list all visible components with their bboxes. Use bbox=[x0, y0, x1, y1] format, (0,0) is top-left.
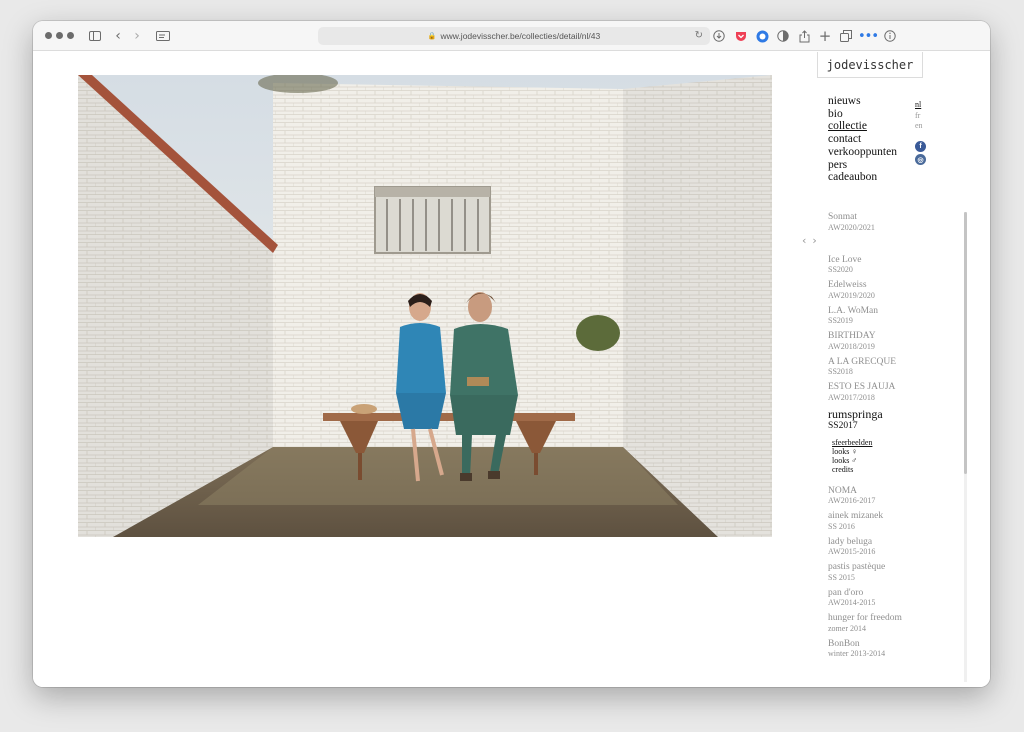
collection-item[interactable]: ESTO ES JAUJA AW2017/2018 bbox=[828, 382, 958, 402]
tabs-icon[interactable] bbox=[838, 28, 854, 44]
nav-item-nieuws[interactable]: nieuws bbox=[828, 95, 897, 108]
collection-item[interactable]: Edelweiss AW2019/2020 bbox=[828, 280, 958, 300]
collection-name: A LA GRECQUE bbox=[828, 356, 897, 367]
browser-toolbar: ‹ › 🔒 www.jodevisscher.be/collecties/det… bbox=[33, 21, 990, 51]
subnav-item[interactable]: looks ♂ bbox=[832, 456, 958, 465]
info-icon[interactable] bbox=[882, 28, 898, 44]
back-icon[interactable]: ‹ bbox=[110, 28, 126, 44]
collection-item[interactable]: Sonmat AW2020/2021 bbox=[828, 212, 958, 232]
site-logo[interactable]: jodevisscher bbox=[817, 52, 923, 78]
collection-name: lady beluga bbox=[828, 536, 873, 547]
collection-name: BIRTHDAY bbox=[828, 331, 876, 341]
collection-gap bbox=[828, 238, 958, 255]
collection-name: ainek mizanek bbox=[828, 511, 884, 521]
browser-window: ‹ › 🔒 www.jodevisscher.be/collecties/det… bbox=[33, 21, 990, 687]
collection-name: ESTO ES JAUJA bbox=[828, 382, 896, 392]
collection-item[interactable]: Ice Love SS2020 bbox=[828, 255, 958, 275]
collection-season: SS 2016 bbox=[828, 521, 855, 531]
collection-item[interactable]: ainek mizanek SS 2016 bbox=[828, 511, 958, 531]
instagram-icon[interactable]: ◎ bbox=[915, 154, 926, 165]
collection-item[interactable]: hunger for freedom zomer 2014 bbox=[828, 613, 958, 633]
new-tab-icon[interactable]: + bbox=[817, 28, 833, 44]
collection-name: pan d'oro bbox=[828, 587, 864, 598]
sidebar-icon[interactable] bbox=[87, 28, 103, 44]
collection-item[interactable]: pan d'oro AW2014-2015 bbox=[828, 588, 958, 608]
collection-season: AW2016-2017 bbox=[828, 496, 876, 505]
scrollbar-thumb[interactable] bbox=[964, 212, 967, 474]
collection-season: SS 2015 bbox=[828, 572, 855, 582]
collection-season: AW2014-2015 bbox=[828, 598, 876, 607]
collection-season: SS2019 bbox=[828, 316, 853, 325]
page-content: ‹ › jodevisscher nieuws bio collectie conta… bbox=[33, 52, 990, 687]
next-slide-button[interactable]: › bbox=[812, 234, 816, 247]
collection-name: Edelweiss bbox=[828, 280, 867, 290]
collection-item[interactable]: BIRTHDAY AW2018/2019 bbox=[828, 331, 958, 351]
close-window-button[interactable] bbox=[45, 32, 52, 39]
share-icon[interactable] bbox=[796, 28, 812, 44]
prev-slide-button[interactable]: ‹ bbox=[802, 234, 806, 247]
collection-season: AW2017/2018 bbox=[828, 392, 875, 402]
collection-season: AW2019/2020 bbox=[828, 290, 875, 300]
collection-season: AW2020/2021 bbox=[828, 222, 875, 232]
nav-item-collectie[interactable]: collectie bbox=[828, 120, 897, 133]
extension-icon[interactable] bbox=[754, 28, 770, 44]
reload-icon[interactable]: ↻ bbox=[695, 30, 703, 41]
hero-photo bbox=[78, 75, 772, 537]
collection-item[interactable]: lady beluga AW2015-2016 bbox=[828, 537, 958, 557]
collection-name: pastis pastèque bbox=[828, 562, 886, 572]
collection-name: Sonmat bbox=[828, 212, 858, 222]
more-icon[interactable]: ••• bbox=[858, 28, 879, 44]
collection-name: hunger for freedom bbox=[828, 613, 902, 623]
nav-item-cadeaubon[interactable]: cadeaubon bbox=[828, 171, 897, 184]
collection-item[interactable]: NOMA AW2016-2017 bbox=[828, 486, 958, 506]
facebook-icon[interactable]: f bbox=[915, 141, 926, 152]
collection-name: rumspringa bbox=[828, 406, 883, 421]
collection-item[interactable]: rumspringa SS2017 bbox=[828, 406, 958, 432]
collection-season: AW2015-2016 bbox=[828, 547, 876, 556]
lock-icon: 🔒 bbox=[427, 33, 437, 40]
nav-item-verkooppunten[interactable]: verkooppunten bbox=[828, 146, 897, 159]
lang-en[interactable]: en bbox=[915, 121, 923, 132]
collection-list: Sonmat AW2020/2021 Ice Love SS2020 Edelweiss… bbox=[828, 212, 958, 682]
address-bar[interactable]: 🔒 www.jodevisscher.be/collecties/detail/… bbox=[318, 27, 710, 45]
collection-season: zomer 2014 bbox=[828, 623, 866, 633]
collection-scrollbar[interactable] bbox=[964, 212, 967, 682]
url-text: www.jodevisscher.be/collecties/detail/nl… bbox=[440, 31, 601, 41]
zoom-window-button[interactable] bbox=[67, 32, 74, 39]
contrast-icon[interactable] bbox=[775, 28, 791, 44]
forward-icon[interactable]: › bbox=[129, 28, 145, 44]
language-switcher: nl fr en bbox=[915, 100, 923, 132]
subnav-item[interactable]: credits bbox=[832, 465, 958, 474]
collection-subnav: sfeerbeelden looks ♀ looks ♂ credits bbox=[832, 438, 958, 474]
lang-fr[interactable]: fr bbox=[915, 111, 923, 122]
collection-item[interactable]: L.A. WoMan SS2019 bbox=[828, 306, 958, 326]
nav-item-contact[interactable]: contact bbox=[828, 133, 897, 146]
collection-name: BonBon bbox=[828, 638, 860, 649]
collection-name: NOMA bbox=[828, 485, 858, 496]
minimize-window-button[interactable] bbox=[56, 32, 63, 39]
download-icon[interactable] bbox=[711, 28, 727, 44]
collection-season: winter 2013-2014 bbox=[828, 649, 886, 658]
lang-nl[interactable]: nl bbox=[915, 100, 923, 111]
nav-item-pers[interactable]: pers bbox=[828, 159, 897, 172]
collection-season: SS2020 bbox=[828, 265, 853, 274]
collection-season: SS2018 bbox=[828, 367, 853, 376]
collection-item[interactable]: BonBon winter 2013-2014 bbox=[828, 639, 958, 659]
collection-name: L.A. WoMan bbox=[828, 305, 878, 316]
subnav-item[interactable]: looks ♀ bbox=[832, 447, 958, 456]
collection-season: AW2018/2019 bbox=[828, 341, 875, 351]
subnav-item[interactable]: sfeerbeelden bbox=[832, 438, 958, 447]
slider-arrows: ‹ › bbox=[802, 234, 817, 247]
collection-item[interactable]: pastis pastèque SS 2015 bbox=[828, 562, 958, 582]
main-nav: nieuws bio collectie contact verkooppunten pe… bbox=[828, 95, 897, 184]
collection-name: Ice Love bbox=[828, 254, 862, 265]
pocket-icon[interactable] bbox=[733, 28, 749, 44]
collection-item[interactable]: A LA GRECQUE SS2018 bbox=[828, 357, 958, 377]
reader-icon[interactable] bbox=[155, 28, 171, 44]
nav-item-bio[interactable]: bio bbox=[828, 108, 897, 121]
collection-season: SS2017 bbox=[828, 420, 858, 431]
